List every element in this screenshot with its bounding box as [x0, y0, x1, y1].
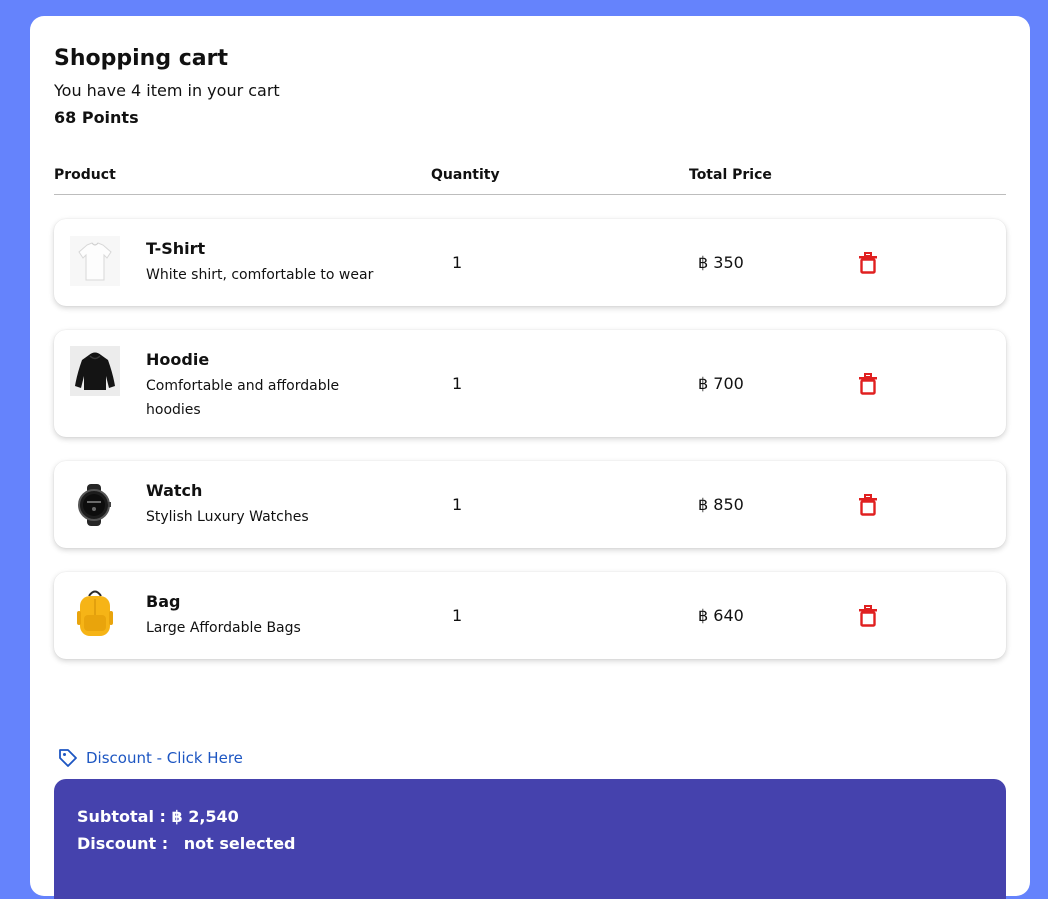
- trash-icon: [859, 605, 877, 627]
- hoodie-icon: [70, 346, 120, 396]
- cart-item: T-Shirt White shirt, comfortable to wear…: [54, 219, 1006, 306]
- subtotal-row: Subtotal : ฿ 2,540: [77, 807, 239, 826]
- cart-panel: Shopping cart You have 4 item in your ca…: [30, 16, 1030, 899]
- delete-item-button[interactable]: [858, 373, 878, 395]
- item-quantity: 1: [452, 606, 463, 625]
- item-name: Hoodie: [146, 350, 210, 369]
- order-summary: Subtotal : ฿ 2,540 Discount : not select…: [54, 779, 1006, 899]
- discount-link-label: Discount - Click Here: [86, 749, 243, 767]
- item-description: White shirt, comfortable to wear: [146, 267, 374, 283]
- trash-icon: [859, 494, 877, 516]
- backpack-icon: [70, 587, 120, 637]
- header-divider: [54, 194, 1006, 195]
- points-balance: 68 Points: [54, 108, 139, 127]
- cart-item-count: You have 4 item in your cart: [54, 81, 280, 100]
- cart-items-list: T-Shirt White shirt, comfortable to wear…: [54, 219, 1006, 683]
- delete-item-button[interactable]: [858, 252, 878, 274]
- cart-item: Watch Stylish Luxury Watches 1 ฿ 850: [54, 461, 1006, 548]
- discount-row: Discount : not selected: [77, 834, 296, 853]
- subtotal-value: ฿ 2,540: [171, 807, 239, 826]
- item-description: Stylish Luxury Watches: [146, 509, 309, 525]
- subtotal-label: Subtotal :: [77, 807, 166, 826]
- trash-icon: [859, 252, 877, 274]
- trash-icon: [859, 373, 877, 395]
- item-quantity: 1: [452, 495, 463, 514]
- page-title: Shopping cart: [54, 46, 228, 71]
- item-quantity: 1: [452, 253, 463, 272]
- delete-item-button[interactable]: [858, 494, 878, 516]
- discount-link[interactable]: Discount - Click Here: [58, 748, 243, 768]
- column-header-quantity: Quantity: [431, 167, 500, 183]
- item-name: Bag: [146, 592, 181, 611]
- tshirt-icon: [70, 236, 120, 286]
- discount-label: Discount :: [77, 834, 169, 853]
- item-description: Large Affordable Bags: [146, 620, 301, 636]
- cart-item: Hoodie Comfortable and affordable hoodie…: [54, 330, 1006, 437]
- item-total-price: ฿ 700: [698, 374, 744, 393]
- item-total-price: ฿ 850: [698, 495, 744, 514]
- item-description: Comfortable and affordable hoodies: [146, 378, 340, 418]
- tag-icon: [59, 749, 77, 767]
- item-quantity: 1: [452, 374, 463, 393]
- watch-icon: [70, 480, 120, 530]
- column-header-product: Product: [54, 167, 116, 183]
- item-name: Watch: [146, 481, 203, 500]
- item-total-price: ฿ 350: [698, 253, 744, 272]
- column-header-total-price: Total Price: [689, 167, 772, 183]
- item-total-price: ฿ 640: [698, 606, 744, 625]
- discount-value: not selected: [183, 834, 296, 853]
- item-name: T-Shirt: [146, 239, 206, 258]
- cart-item: Bag Large Affordable Bags 1 ฿ 640: [54, 572, 1006, 659]
- delete-item-button[interactable]: [858, 605, 878, 627]
